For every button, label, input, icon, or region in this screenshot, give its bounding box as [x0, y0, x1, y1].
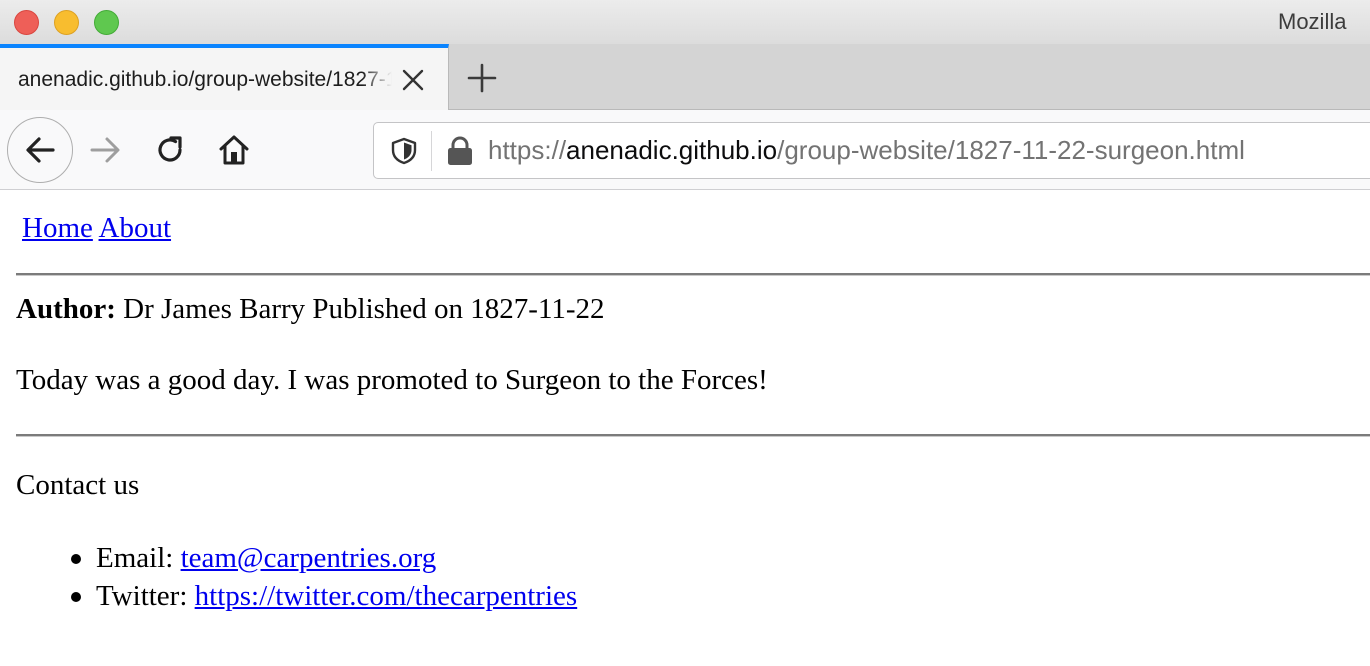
list-item: Twitter: https://twitter.com/thecarpentr… [71, 577, 578, 615]
contact-heading: Contact us [16, 469, 140, 501]
url-path: /group-website/1827-11-22-surgeon.html [777, 135, 1245, 165]
bullet [71, 592, 81, 602]
divider-top [16, 273, 1370, 276]
post-body: Today was a good day. I was promoted to … [16, 364, 768, 396]
nav-link-about[interactable]: About [99, 212, 172, 244]
back-arrow-icon[interactable] [7, 117, 73, 183]
bullet [71, 554, 81, 564]
url-text[interactable]: https://anenadic.github.io/group-website… [488, 135, 1245, 166]
twitter-link[interactable]: https://twitter.com/thecarpentries [195, 580, 578, 612]
contact-label-twitter: Twitter: [96, 580, 195, 612]
contact-list: Email: team@carpentries.org Twitter: htt… [71, 539, 578, 615]
divider-bottom [16, 434, 1370, 437]
tracking-shield-icon[interactable] [390, 137, 418, 165]
page-content: Home About Author: Dr James Barry Publis… [0, 191, 1370, 666]
window-minimize-button[interactable] [54, 10, 79, 35]
home-icon[interactable] [214, 130, 254, 170]
nav-link-home[interactable]: Home [22, 212, 93, 244]
contact-label-email: Email: [96, 542, 181, 574]
close-icon[interactable] [400, 67, 426, 93]
tab-strip: anenadic.github.io/group-website/1827-11… [0, 44, 1370, 110]
window-maximize-button[interactable] [94, 10, 119, 35]
email-link[interactable]: team@carpentries.org [181, 542, 437, 574]
window-close-button[interactable] [14, 10, 39, 35]
tab-title: anenadic.github.io/group-website/1827-11… [18, 68, 392, 91]
address-bar[interactable]: https://anenadic.github.io/group-website… [373, 122, 1370, 179]
window-title: Mozilla [1278, 9, 1347, 34]
window-titlebar: Mozilla [0, 0, 1370, 44]
post-byline: Author: Dr James Barry Published on 1827… [16, 293, 605, 326]
address-bar-divider [431, 131, 432, 171]
author-label: Author: [16, 293, 116, 325]
plus-icon[interactable] [466, 62, 498, 94]
tab-active[interactable]: anenadic.github.io/group-website/1827-11… [0, 44, 449, 110]
url-scheme: https:// [488, 135, 567, 165]
site-navigation: Home About [22, 212, 171, 245]
forward-arrow-icon[interactable] [86, 130, 126, 170]
list-item: Email: team@carpentries.org [71, 539, 577, 577]
url-host: anenadic.github.io [566, 135, 778, 165]
lock-icon[interactable] [447, 136, 473, 166]
reload-icon[interactable] [150, 130, 190, 170]
author-text: Dr James Barry Published on 1827-11-22 [115, 293, 605, 325]
navigation-toolbar: https://anenadic.github.io/group-website… [0, 110, 1370, 190]
